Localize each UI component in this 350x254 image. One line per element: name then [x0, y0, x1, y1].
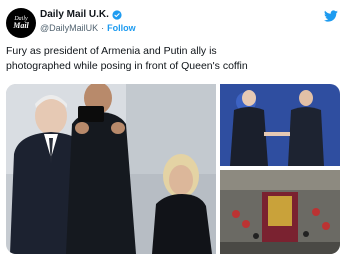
tweet-media-grid[interactable] — [6, 84, 340, 254]
tweet-text: Fury as president of Armenia and Putin a… — [6, 44, 344, 74]
handle-row: @DailyMailUK · Follow — [40, 23, 136, 33]
media-svg — [6, 84, 340, 254]
separator-dot: · — [101, 23, 105, 33]
photo-handshake[interactable] — [220, 84, 340, 166]
avatar[interactable]: Daily Mail — [6, 8, 36, 38]
photo-hall[interactable] — [220, 170, 340, 254]
twitter-bird-icon[interactable] — [324, 9, 338, 23]
display-name[interactable]: Daily Mail U.K. — [40, 9, 109, 20]
account-handle[interactable]: @DailyMailUK — [40, 23, 98, 33]
avatar-text-mail: Mail — [13, 21, 29, 30]
follow-button[interactable]: Follow — [107, 23, 136, 33]
account-name-row: Daily Mail U.K. — [40, 9, 122, 20]
tweet-text-line-1: Fury as president of Armenia and Putin a… — [6, 45, 217, 57]
photo-main[interactable] — [6, 84, 216, 254]
verified-badge-icon — [112, 9, 122, 20]
tweet-text-line-2: photographed while posing in front of Qu… — [6, 60, 248, 72]
